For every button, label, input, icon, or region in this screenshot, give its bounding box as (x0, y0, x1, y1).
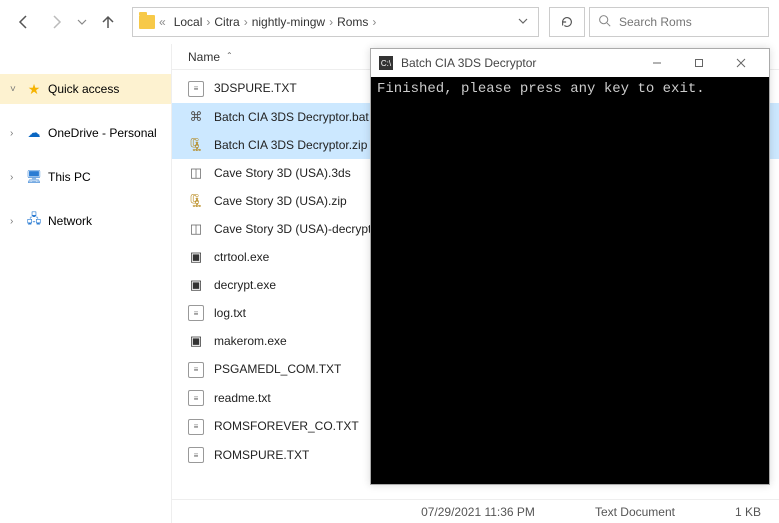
breadcrumb-segment[interactable]: Citra (210, 15, 243, 29)
file-name-label: decrypt.exe (214, 278, 276, 292)
status-bar: 07/29/2021 11:36 PM Text Document 1 KB (172, 499, 779, 523)
nav-item-this-pc[interactable]: › 🖥 This PC (0, 162, 171, 192)
breadcrumb-segment[interactable]: nightly-mingw (248, 15, 329, 29)
file-name-label: makerom.exe (214, 334, 287, 348)
console-window[interactable]: C:\ Batch CIA 3DS Decryptor Finished, pl… (370, 48, 770, 485)
file-name-label: Cave Story 3D (USA)-decrypted. (214, 222, 388, 236)
console-titlebar[interactable]: C:\ Batch CIA 3DS Decryptor (371, 49, 769, 77)
file-type-icon: 🗜 (188, 193, 204, 209)
cloud-icon: ☁ (26, 125, 42, 141)
nav-item-label: OneDrive - Personal (48, 126, 157, 140)
file-name-label: ROMSFOREVER_CO.TXT (214, 419, 359, 433)
file-name-label: readme.txt (214, 391, 271, 405)
expand-chevron-icon[interactable]: ˅ (10, 84, 20, 95)
file-type-icon: 🗜 (188, 137, 204, 153)
file-type-icon: ◫ (188, 165, 204, 181)
file-type-icon: ≡ (188, 390, 204, 407)
up-button[interactable] (94, 8, 122, 36)
history-dropdown[interactable] (514, 15, 532, 29)
folder-icon (139, 14, 155, 30)
status-size: 1 KB (735, 505, 761, 519)
file-type-icon: ▣ (188, 249, 204, 265)
file-type-icon: ⌘ (188, 109, 204, 125)
nav-item-network[interactable]: › 🖧 Network (0, 206, 171, 236)
expand-chevron-icon[interactable]: › (10, 172, 20, 183)
navigation-pane: ˅ ★ Quick access › ☁ OneDrive - Personal › 🖥 Thi… (0, 44, 172, 523)
file-type-icon: ≡ (188, 361, 204, 378)
status-date: 07/29/2021 11:36 PM (421, 505, 535, 519)
back-button[interactable] (10, 8, 38, 36)
file-type-icon: ≡ (188, 305, 204, 322)
minimize-button[interactable] (637, 51, 677, 75)
network-icon: 🖧 (26, 213, 42, 229)
star-icon: ★ (26, 81, 42, 97)
nav-item-onedrive-personal[interactable]: › ☁ OneDrive - Personal (0, 118, 171, 148)
file-type-icon: ≡ (188, 447, 204, 464)
file-name-label: Batch CIA 3DS Decryptor.bat (214, 110, 369, 124)
file-name-label: log.txt (214, 306, 246, 320)
file-type-icon: ◫ (188, 221, 204, 237)
file-name-label: PSGAMEDL_COM.TXT (214, 362, 341, 376)
maximize-button[interactable] (679, 51, 719, 75)
nav-item-label: Network (48, 214, 92, 228)
close-button[interactable] (721, 51, 761, 75)
status-type: Text Document (595, 505, 675, 519)
console-icon: C:\ (379, 56, 393, 70)
breadcrumb-segment[interactable]: Roms (333, 15, 372, 29)
crumb-overflow[interactable]: « (159, 15, 166, 29)
chevron-right-icon[interactable]: › (372, 15, 376, 29)
recent-locations-button[interactable] (74, 8, 90, 36)
expand-chevron-icon[interactable]: › (10, 128, 20, 139)
file-name-label: Cave Story 3D (USA).zip (214, 194, 347, 208)
search-box[interactable] (589, 7, 769, 37)
nav-item-label: Quick access (48, 82, 119, 96)
toolbar: « Local›Citra›nightly-mingw›Roms› (0, 0, 779, 44)
file-name-label: ctrtool.exe (214, 250, 269, 264)
file-name-label: ROMSPURE.TXT (214, 448, 309, 462)
file-type-icon: ≡ (188, 80, 204, 97)
expand-chevron-icon[interactable]: › (10, 216, 20, 227)
file-type-icon: ▣ (188, 333, 204, 349)
nav-item-quick-access[interactable]: ˅ ★ Quick access (0, 74, 171, 104)
refresh-button[interactable] (549, 7, 585, 37)
file-name-label: Cave Story 3D (USA).3ds (214, 166, 351, 180)
search-input[interactable] (619, 15, 760, 29)
nav-item-label: This PC (48, 170, 91, 184)
console-title-text: Batch CIA 3DS Decryptor (401, 56, 536, 70)
file-name-label: Batch CIA 3DS Decryptor.zip (214, 138, 367, 152)
address-bar[interactable]: « Local›Citra›nightly-mingw›Roms› (132, 7, 539, 37)
console-output[interactable]: Finished, please press any key to exit. (371, 77, 769, 484)
column-name-label: Name (188, 50, 220, 64)
sort-indicator-icon: ⌃ (226, 51, 233, 60)
monitor-icon: 🖥 (26, 169, 42, 185)
file-type-icon: ≡ (188, 418, 204, 435)
file-name-label: 3DSPURE.TXT (214, 81, 297, 95)
forward-button[interactable] (42, 8, 70, 36)
breadcrumb-segment[interactable]: Local (170, 15, 207, 29)
search-icon (598, 14, 611, 30)
file-type-icon: ▣ (188, 277, 204, 293)
